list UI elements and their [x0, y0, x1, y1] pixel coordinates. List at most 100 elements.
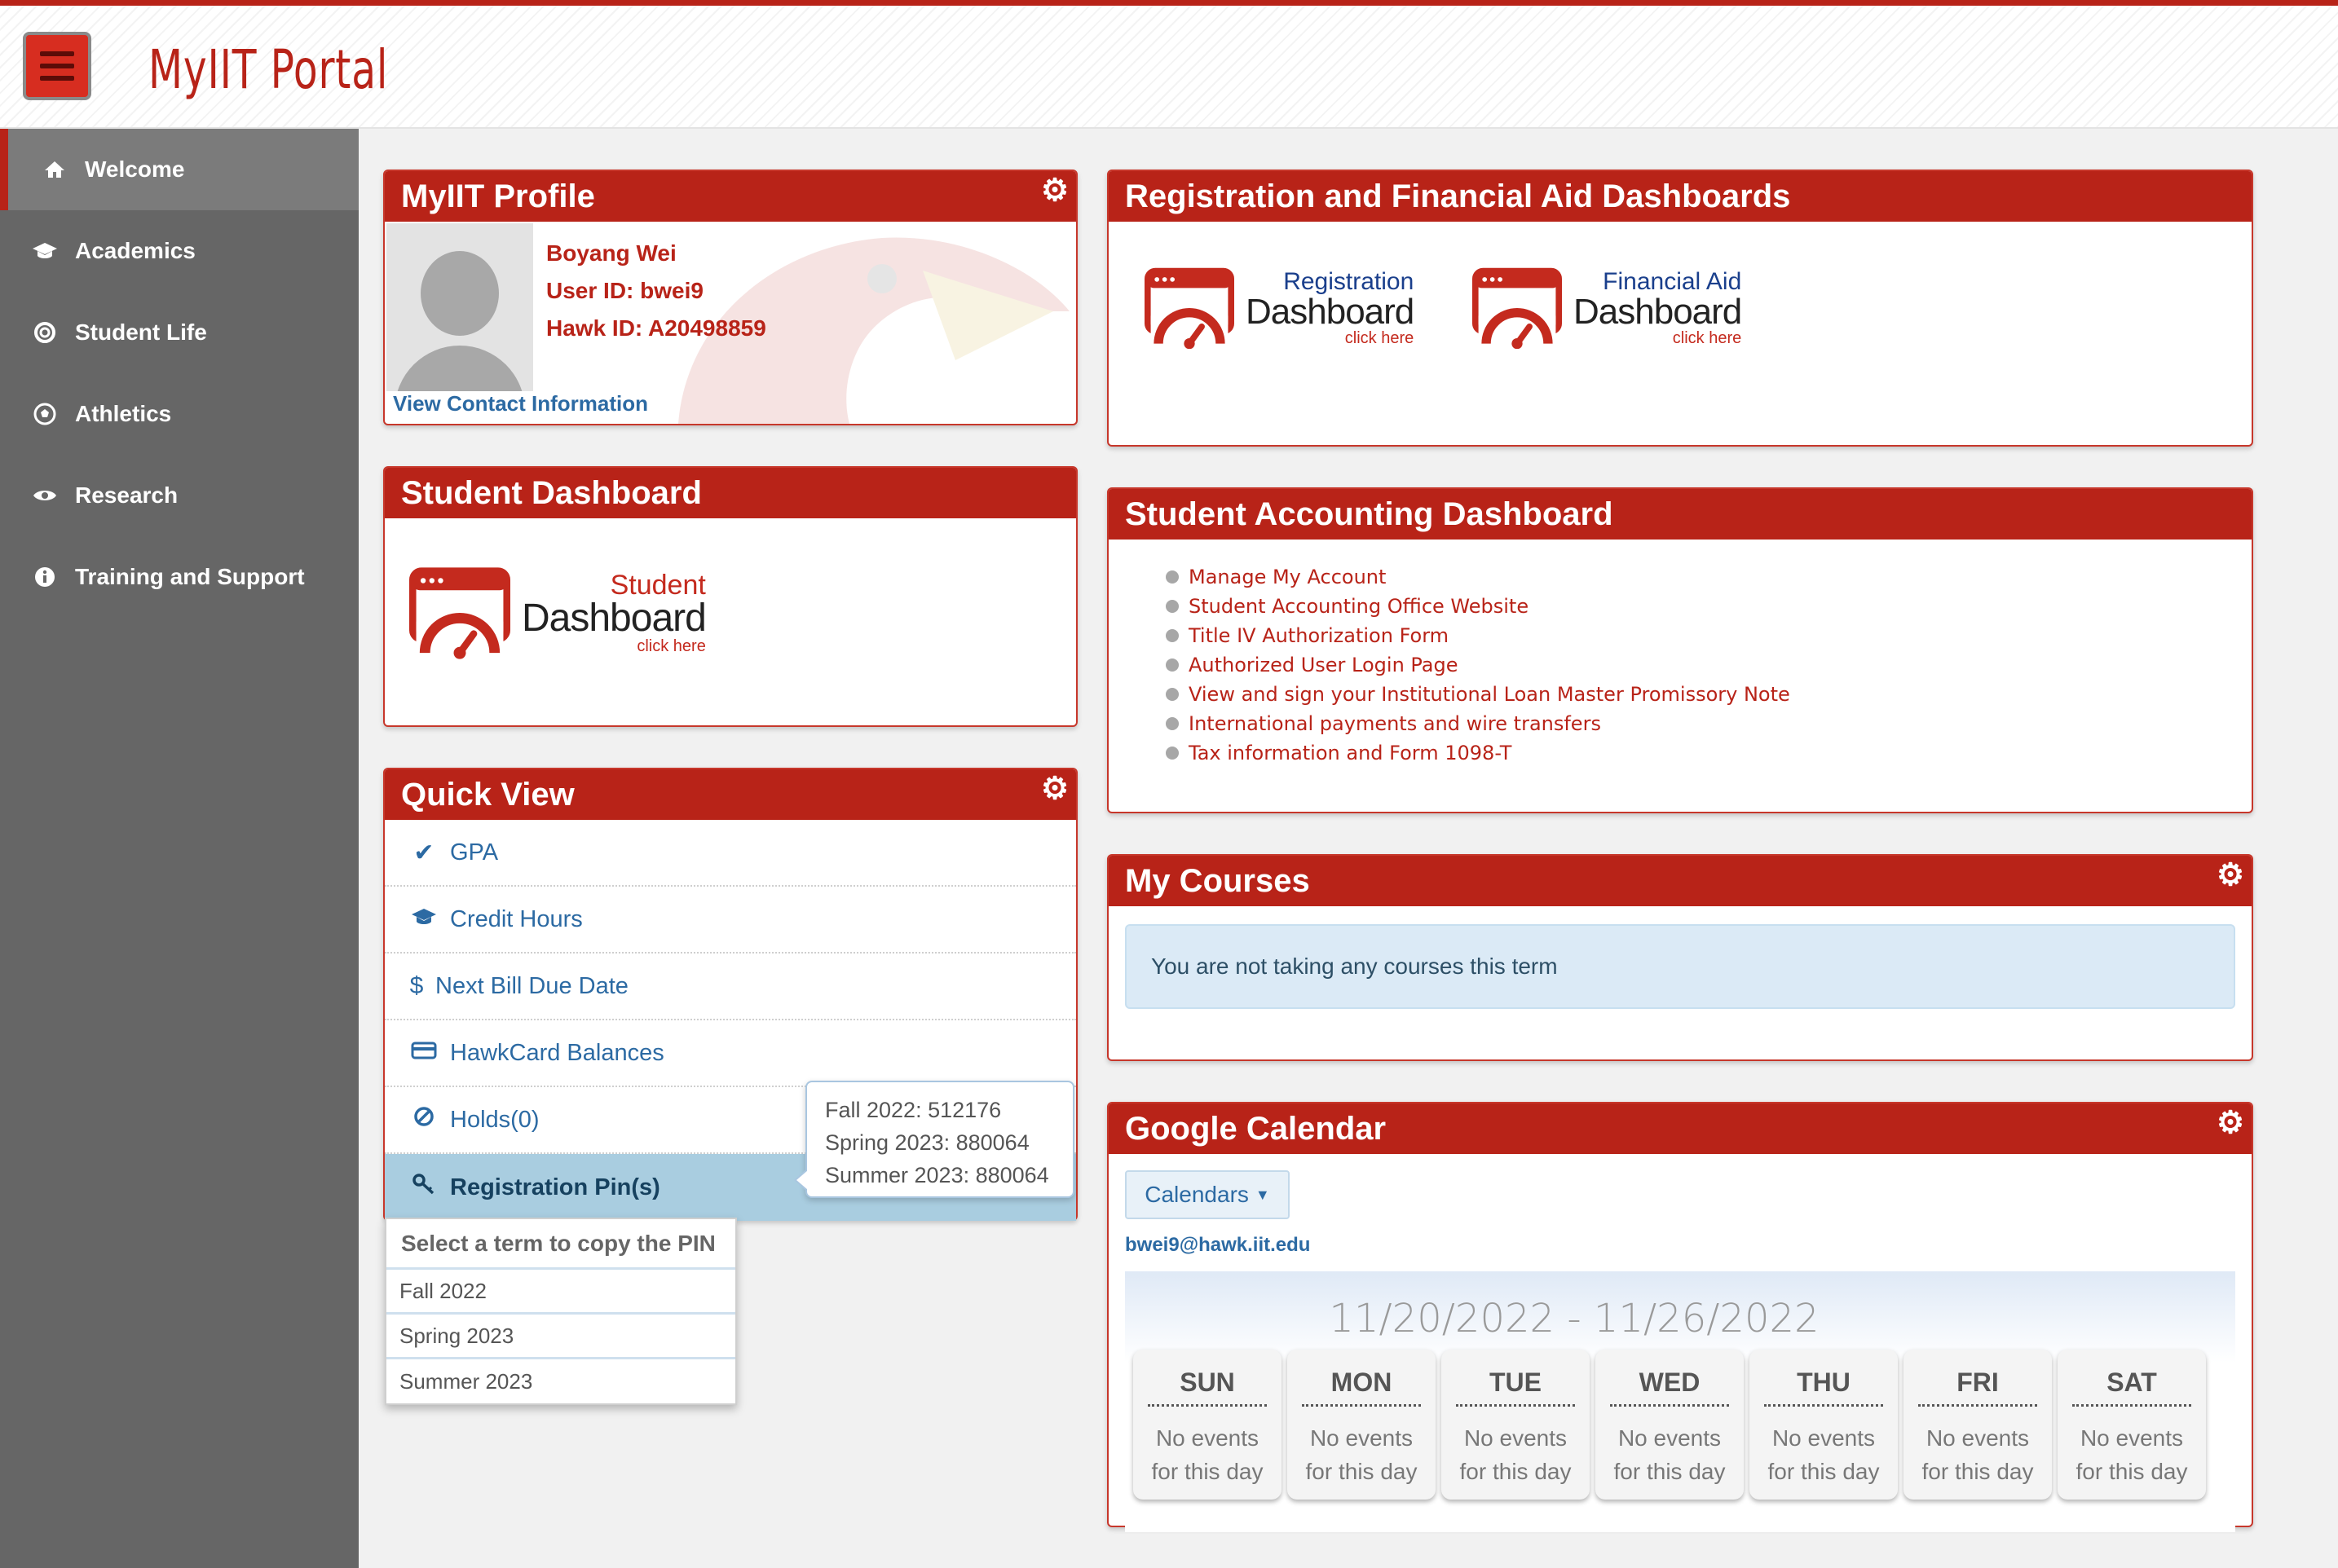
sidebar-item-training-support[interactable]: Training and Support: [0, 536, 359, 618]
day-note: No events: [1309, 1425, 1414, 1451]
quick-view-hawkcard[interactable]: HawkCard Balances: [385, 1020, 1076, 1087]
panel-title: MyIIT Profile: [401, 178, 595, 214]
quick-view-label: GPA: [450, 839, 499, 865]
view-contact-link[interactable]: View Contact Information: [393, 391, 648, 416]
day-note: for this day: [1921, 1459, 2034, 1484]
sidebar-item-label: Student Life: [75, 319, 207, 345]
logo-sub-text: click here: [1672, 329, 1742, 347]
accounting-link[interactable]: Title IV Authorization Form: [1166, 621, 1790, 650]
logo-sub-text: click here: [637, 637, 706, 655]
day-name: WED: [1610, 1368, 1729, 1407]
quick-view-label: Next Bill Due Date: [435, 972, 629, 999]
accounting-links: Manage My Account Student Accounting Off…: [1166, 562, 1790, 768]
panel-title: Student Accounting Dashboard: [1125, 496, 1613, 532]
calendars-dropdown-button[interactable]: Calendars ▼: [1125, 1170, 1290, 1219]
day-note: for this day: [1767, 1459, 1880, 1484]
dashboard-gauge-icon: [409, 567, 510, 659]
gear-icon[interactable]: ⚙: [1040, 773, 1070, 804]
panel-header: MyIIT Profile ⚙: [385, 171, 1076, 222]
term-option-spring-2023[interactable]: Spring 2023: [386, 1315, 735, 1359]
panel-header: Google Calendar ⚙: [1109, 1103, 2252, 1154]
dollar-icon: $: [409, 972, 424, 999]
accounting-link[interactable]: Student Accounting Office Website: [1166, 592, 1790, 621]
caret-down-icon: ▼: [1255, 1186, 1270, 1203]
logo-sub-text: click here: [1344, 329, 1414, 347]
calendar-day[interactable]: TUE No events for this day: [1441, 1350, 1590, 1500]
accounting-link[interactable]: International payments and wire transfer…: [1166, 709, 1790, 738]
calendar-email[interactable]: bwei9@hawk.iit.edu: [1125, 1234, 1310, 1257]
term-option-summer-2023[interactable]: Summer 2023: [386, 1359, 735, 1404]
calendar-day[interactable]: FRI No events for this day: [1903, 1350, 2052, 1500]
key-icon: [409, 1173, 439, 1202]
logo-top-text: Financial Aid: [1603, 268, 1742, 295]
day-note: for this day: [2076, 1459, 2188, 1484]
pin-entry: Summer 2023: 880064: [825, 1163, 1049, 1187]
top-header: MyIIT Portal: [0, 0, 2338, 129]
day-name: TUE: [1456, 1368, 1575, 1407]
sidebar-item-label: Athletics: [75, 401, 172, 426]
financial-aid-dashboard-link[interactable]: Financial Aid Dashboard click here: [1472, 267, 1742, 349]
check-icon: ✔: [413, 839, 435, 866]
ban-icon: [409, 1106, 439, 1134]
calendar-day[interactable]: SUN No events for this day: [1133, 1350, 1281, 1500]
profile-body: Boyang Wei User ID: bwei9 Hawk ID: A2049…: [385, 222, 1076, 424]
info-icon: [31, 566, 59, 588]
sidebar-item-label: Welcome: [85, 156, 185, 182]
quick-view-next-bill[interactable]: $ Next Bill Due Date: [385, 954, 1076, 1020]
life-ring-icon: [31, 321, 59, 344]
calendar-day[interactable]: WED No events for this day: [1595, 1350, 1744, 1500]
panel-title: Student Dashboard: [401, 474, 702, 511]
sidebar-item-academics[interactable]: Academics: [0, 210, 359, 292]
accounting-link[interactable]: Authorized User Login Page: [1166, 650, 1790, 680]
dashboard-gauge-icon: [1145, 267, 1234, 349]
day-note: No events: [1617, 1425, 1722, 1451]
hamburger-menu-button[interactable]: [23, 32, 91, 100]
day-note: No events: [1463, 1425, 1568, 1451]
calendar-day[interactable]: THU No events for this day: [1749, 1350, 1898, 1500]
sidebar-item-athletics[interactable]: Athletics: [0, 373, 359, 455]
accounting-link[interactable]: Tax information and Form 1098-T: [1166, 738, 1790, 768]
no-courses-alert: You are not taking any courses this term: [1125, 924, 2235, 1009]
sidebar-item-research[interactable]: Research: [0, 455, 359, 536]
day-note: No events: [1926, 1425, 2030, 1451]
panel-header: My Courses ⚙: [1109, 856, 2252, 906]
credit-card-icon: [409, 1039, 439, 1067]
day-note: for this day: [1305, 1459, 1418, 1484]
sidebar-item-label: Research: [75, 482, 179, 508]
pin-entry: Fall 2022: 512176: [825, 1098, 1002, 1122]
panel-header: Quick View ⚙: [385, 769, 1076, 820]
student-dashboard-link[interactable]: Student Dashboard click here: [409, 566, 707, 660]
quick-view-gpa[interactable]: ✔ GPA: [385, 820, 1076, 887]
calendars-button-label: Calendars: [1145, 1182, 1249, 1207]
sidebar-item-welcome[interactable]: Welcome: [0, 129, 359, 210]
calendar-day[interactable]: SAT No events for this day: [2058, 1350, 2206, 1500]
menu-line: [40, 64, 74, 68]
day-note: for this day: [1613, 1459, 1726, 1484]
sidebar-item-student-life[interactable]: Student Life: [0, 292, 359, 373]
registration-dashboard-link[interactable]: Registration Dashboard click here: [1145, 267, 1414, 349]
panel-title: My Courses: [1125, 862, 1310, 899]
accounting-link[interactable]: Manage My Account: [1166, 562, 1790, 592]
eye-icon: [31, 487, 59, 504]
calendar-week-view: 11/20/2022 - 11/26/2022 SUN No events for…: [1125, 1271, 2235, 1532]
calendar-day[interactable]: MON No events for this day: [1287, 1350, 1436, 1500]
menu-line: [40, 76, 74, 81]
graduation-cap-icon: [409, 905, 439, 933]
profile-panel: MyIIT Profile ⚙ Boyang Wei User ID: bwei…: [383, 170, 1078, 425]
accounting-link[interactable]: View and sign your Institutional Loan Ma…: [1166, 680, 1790, 709]
term-menu-header: Select a term to copy the PIN: [386, 1219, 735, 1270]
soccer-ball-icon: [31, 403, 59, 425]
panel-title: Google Calendar: [1125, 1110, 1387, 1147]
logo-top-text: Registration: [1283, 268, 1414, 295]
quick-view-label: Holds(0): [450, 1106, 540, 1133]
gear-icon[interactable]: ⚙: [2216, 860, 2245, 891]
day-name: FRI: [1918, 1368, 2037, 1407]
gear-icon[interactable]: ⚙: [2216, 1108, 2245, 1139]
quick-view-credit-hours[interactable]: Credit Hours: [385, 887, 1076, 954]
term-option-fall-2022[interactable]: Fall 2022: [386, 1270, 735, 1315]
panel-header: Registration and Financial Aid Dashboard…: [1109, 171, 2252, 222]
graduation-cap-icon: [31, 241, 59, 261]
portal-brand[interactable]: MyIIT Portal: [148, 38, 388, 101]
gear-icon[interactable]: ⚙: [1040, 175, 1070, 206]
avatar: [386, 223, 533, 391]
